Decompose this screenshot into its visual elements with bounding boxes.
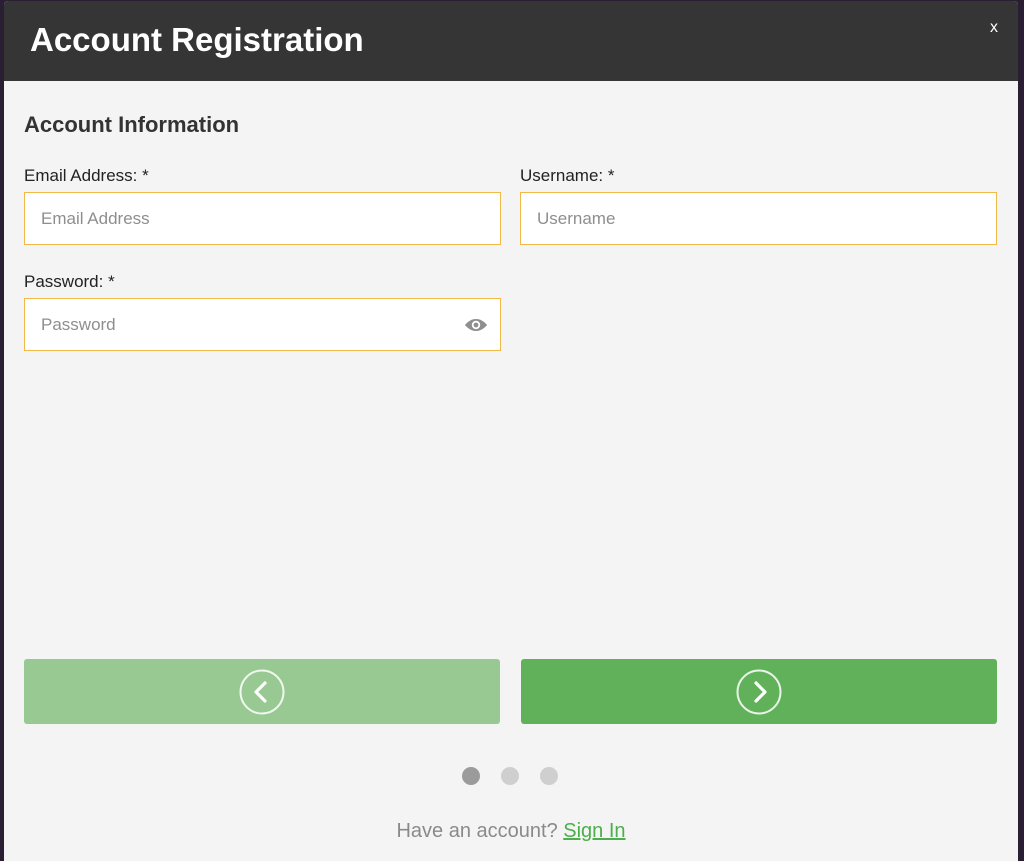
next-button[interactable] <box>521 659 997 724</box>
username-field-container <box>520 192 997 245</box>
sign-in-link[interactable]: Sign In <box>563 820 625 842</box>
step-dot[interactable] <box>501 767 519 785</box>
modal-title: Account Registration <box>30 21 364 58</box>
username-label: Username: * <box>520 166 615 185</box>
email-field[interactable] <box>25 193 500 244</box>
password-field[interactable] <box>25 299 500 350</box>
step-dot[interactable] <box>540 767 558 785</box>
step-dot[interactable] <box>462 767 480 785</box>
password-field-container <box>24 298 501 351</box>
sign-in-prompt-text: Have an account? <box>396 820 558 842</box>
previous-button[interactable] <box>24 659 500 724</box>
chevron-right-icon <box>736 669 782 715</box>
chevron-left-icon <box>239 669 285 715</box>
close-button[interactable]: x <box>990 18 998 38</box>
email-label: Email Address: * <box>24 166 149 185</box>
password-label: Password: * <box>24 272 115 291</box>
section-title: Account Information <box>24 112 240 137</box>
username-field[interactable] <box>521 193 996 244</box>
step-indicator <box>4 767 1018 787</box>
modal-header: Account Registration x <box>4 1 1018 81</box>
email-field-container <box>24 192 501 245</box>
sign-in-prompt: Have an account? Sign In <box>4 819 1018 843</box>
eye-icon[interactable] <box>464 315 488 335</box>
registration-modal: Account Registration x Account Informati… <box>4 1 1018 861</box>
